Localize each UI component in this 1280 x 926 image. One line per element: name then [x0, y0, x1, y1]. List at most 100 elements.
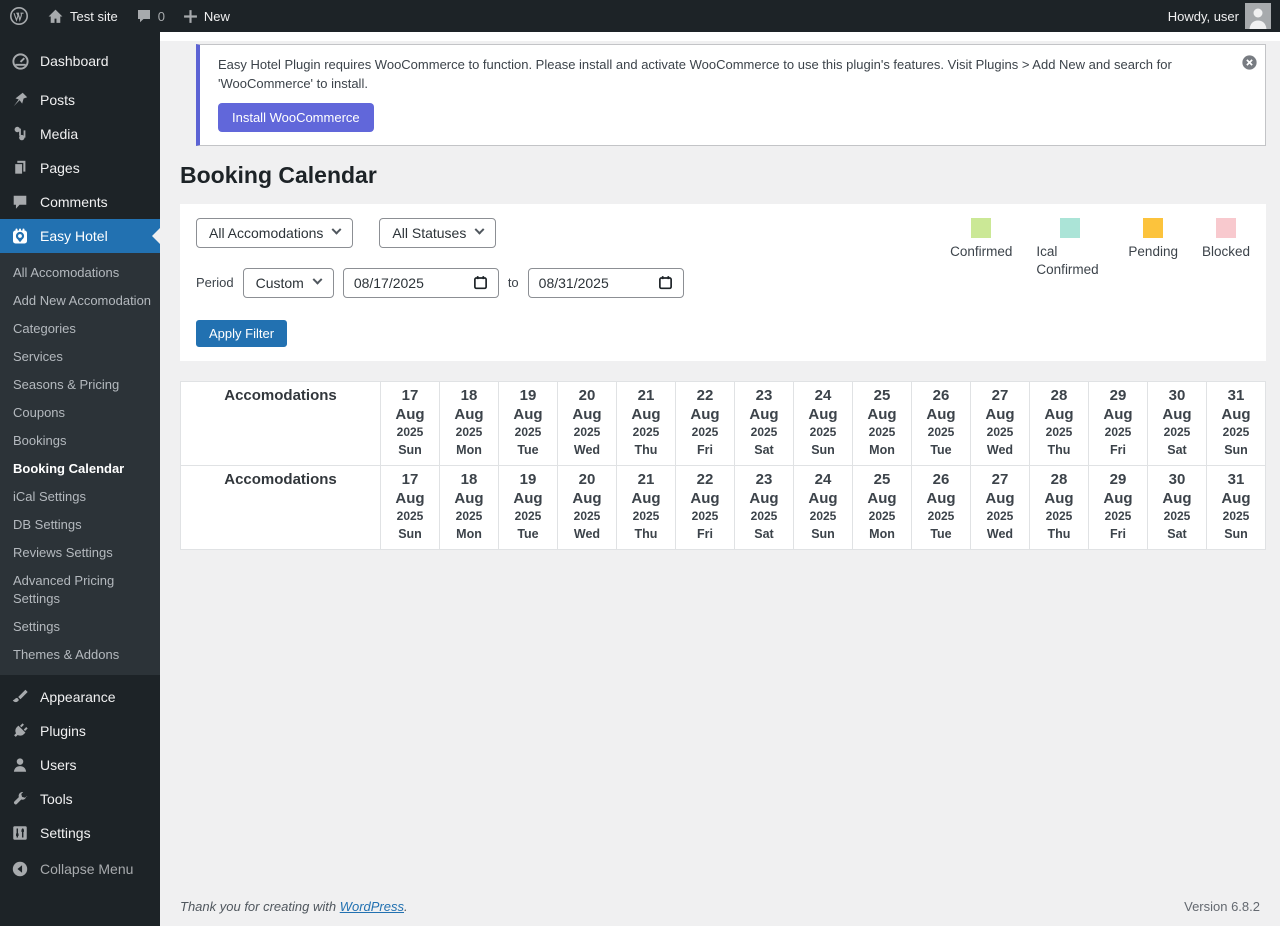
- calendar-day-weekday: Sun: [1224, 442, 1248, 457]
- calendar-day-number: 17: [401, 386, 419, 404]
- calendar-day-number: 24: [814, 386, 832, 404]
- collapse-menu-label: Collapse Menu: [40, 861, 134, 877]
- calendar-day-cell: 28 Aug 2025 Thu: [1029, 464, 1089, 550]
- sidebar-item-users[interactable]: Users: [0, 748, 160, 782]
- status-legend: Confirmed Ical Confirmed Pending Blocked: [950, 217, 1250, 279]
- sidebar-item-settings[interactable]: Settings: [0, 816, 160, 850]
- submenu-item-seasons-pricing[interactable]: Seasons & Pricing: [0, 371, 160, 399]
- calendar-day-weekday: Mon: [456, 526, 482, 541]
- calendar-day-month: Aug: [1103, 405, 1133, 423]
- collapse-menu-button[interactable]: Collapse Menu: [0, 852, 160, 886]
- submenu-item-add-new-accomodation[interactable]: Add New Accomodation: [0, 287, 160, 315]
- submenu-item-services[interactable]: Services: [0, 343, 160, 371]
- calendar-day-cell: 27 Aug 2025 Wed: [970, 380, 1030, 466]
- submenu-item-all-accomodations[interactable]: All Accomodations: [0, 259, 160, 287]
- sidebar-item-plugins[interactable]: Plugins: [0, 714, 160, 748]
- submenu-item-ical-settings[interactable]: iCal Settings: [0, 483, 160, 511]
- calendar-day-year: 2025: [1104, 424, 1132, 439]
- sidebar-item-label: Easy Hotel: [40, 228, 108, 244]
- pushpin-icon: [10, 90, 30, 110]
- sidebar-item-label: Posts: [40, 92, 76, 108]
- calendar-day-number: 22: [696, 470, 714, 488]
- submenu-item-bookings[interactable]: Bookings: [0, 427, 160, 455]
- calendar-day-number: 22: [696, 386, 714, 404]
- submenu-item-categories[interactable]: Categories: [0, 315, 160, 343]
- calendar-day-cell: 26 Aug 2025 Tue: [911, 464, 971, 550]
- period-select[interactable]: Custom: [242, 267, 334, 298]
- accommodation-select[interactable]: All Accomodations: [196, 217, 354, 248]
- calendar-day-cell: 18 Aug 2025 Mon: [439, 464, 499, 550]
- submenu-item-db-settings[interactable]: DB Settings: [0, 511, 160, 539]
- calendar-day-year: 2025: [1045, 508, 1073, 523]
- status-select[interactable]: All Statuses: [379, 217, 497, 248]
- sidebar-item-media[interactable]: Media: [0, 117, 160, 151]
- sidebar-item-tools[interactable]: Tools: [0, 782, 160, 816]
- easy-hotel-submenu: All Accomodations Add New Accomodation Cat…: [0, 253, 160, 675]
- calendar-day-number: 30: [1168, 386, 1186, 404]
- calendar-day-number: 26: [932, 386, 950, 404]
- sidebar-item-appearance[interactable]: Appearance: [0, 680, 160, 714]
- wrench-icon: [10, 789, 30, 809]
- calendar-day-cell: 22 Aug 2025 Fri: [675, 464, 735, 550]
- wordpress-link[interactable]: WordPress: [340, 899, 404, 914]
- calendar-day-month: Aug: [1162, 405, 1192, 423]
- calendar-day-month: Aug: [808, 405, 838, 423]
- date-from-value: 08/17/2025: [353, 274, 424, 291]
- calendar-day-year: 2025: [455, 508, 483, 523]
- media-icon: [10, 124, 30, 144]
- calendar-day-weekday: Tue: [930, 442, 952, 457]
- calendar-day-weekday: Tue: [517, 442, 539, 457]
- wordpress-logo[interactable]: [0, 0, 38, 32]
- sidebar-item-pages[interactable]: Pages: [0, 151, 160, 185]
- sidebar-item-easy-hotel[interactable]: Easy Hotel: [0, 219, 160, 253]
- calendar-day-number: 21: [637, 470, 655, 488]
- sidebar-item-posts[interactable]: Posts: [0, 83, 160, 117]
- calendar-day-month: Aug: [1103, 489, 1133, 507]
- apply-filter-button[interactable]: Apply Filter: [196, 319, 288, 347]
- submenu-item-reviews-settings[interactable]: Reviews Settings: [0, 539, 160, 567]
- calendar-day-cell: 24 Aug 2025 Sun: [793, 380, 853, 466]
- date-to-input[interactable]: 08/31/2025: [527, 267, 684, 298]
- submenu-item-advanced-pricing-settings[interactable]: Advanced Pricing Settings: [0, 567, 160, 613]
- calendar-day-weekday: Sat: [1167, 442, 1187, 457]
- calendar-day-weekday: Wed: [986, 526, 1014, 541]
- calendar-day-number: 21: [637, 386, 655, 404]
- site-menu[interactable]: Test site: [38, 0, 127, 32]
- comments-menu[interactable]: 0: [127, 0, 174, 32]
- page-title: Booking Calendar: [180, 161, 377, 188]
- dismiss-notice-icon[interactable]: [1242, 55, 1257, 70]
- calendar-day-cell: 25 Aug 2025 Mon: [852, 464, 912, 550]
- submenu-item-coupons[interactable]: Coupons: [0, 399, 160, 427]
- calendar-day-month: Aug: [926, 489, 956, 507]
- install-woocommerce-button[interactable]: Install WooCommerce: [218, 102, 374, 132]
- submenu-item-themes-addons[interactable]: Themes & Addons: [0, 641, 160, 669]
- calendar-day-cell: 20 Aug 2025 Wed: [557, 464, 617, 550]
- calendar-day-cell: 21 Aug 2025 Thu: [616, 464, 676, 550]
- content-area: Easy Hotel Plugin requires WooCommerce t…: [160, 32, 1280, 926]
- calendar-day-month: Aug: [1221, 489, 1251, 507]
- legend-item-confirmed: Confirmed: [950, 217, 1012, 279]
- submenu-item-booking-calendar[interactable]: Booking Calendar: [0, 455, 160, 483]
- calendar-day-year: 2025: [396, 508, 424, 523]
- admin-bar: Test site 0 New Howdy, user: [0, 0, 1280, 32]
- calendar-day-year: 2025: [573, 424, 601, 439]
- calendar-picker-icon: [658, 276, 672, 290]
- calendar-day-year: 2025: [514, 508, 542, 523]
- footer-thanks-suffix: .: [404, 899, 408, 914]
- calendar-day-number: 17: [401, 470, 419, 488]
- calendar-day-year: 2025: [455, 424, 483, 439]
- calendar-day-month: Aug: [1044, 489, 1074, 507]
- submenu-item-settings[interactable]: Settings: [0, 613, 160, 641]
- date-from-input[interactable]: 08/17/2025: [342, 267, 499, 298]
- sidebar-item-comments[interactable]: Comments: [0, 185, 160, 219]
- new-menu[interactable]: New: [174, 0, 239, 32]
- sidebar-item-label: Comments: [40, 194, 108, 210]
- calendar-day-weekday: Fri: [1110, 442, 1126, 457]
- calendar-day-month: Aug: [749, 405, 779, 423]
- footer-thanks-prefix: Thank you for creating with: [180, 899, 340, 914]
- blocked-swatch: [1215, 217, 1236, 238]
- calendar-day-cell: 31 Aug 2025 Sun: [1206, 464, 1266, 550]
- calendar-day-year: 2025: [809, 508, 837, 523]
- sidebar-item-dashboard[interactable]: Dashboard: [0, 44, 160, 78]
- account-menu[interactable]: Howdy, user: [1159, 0, 1280, 32]
